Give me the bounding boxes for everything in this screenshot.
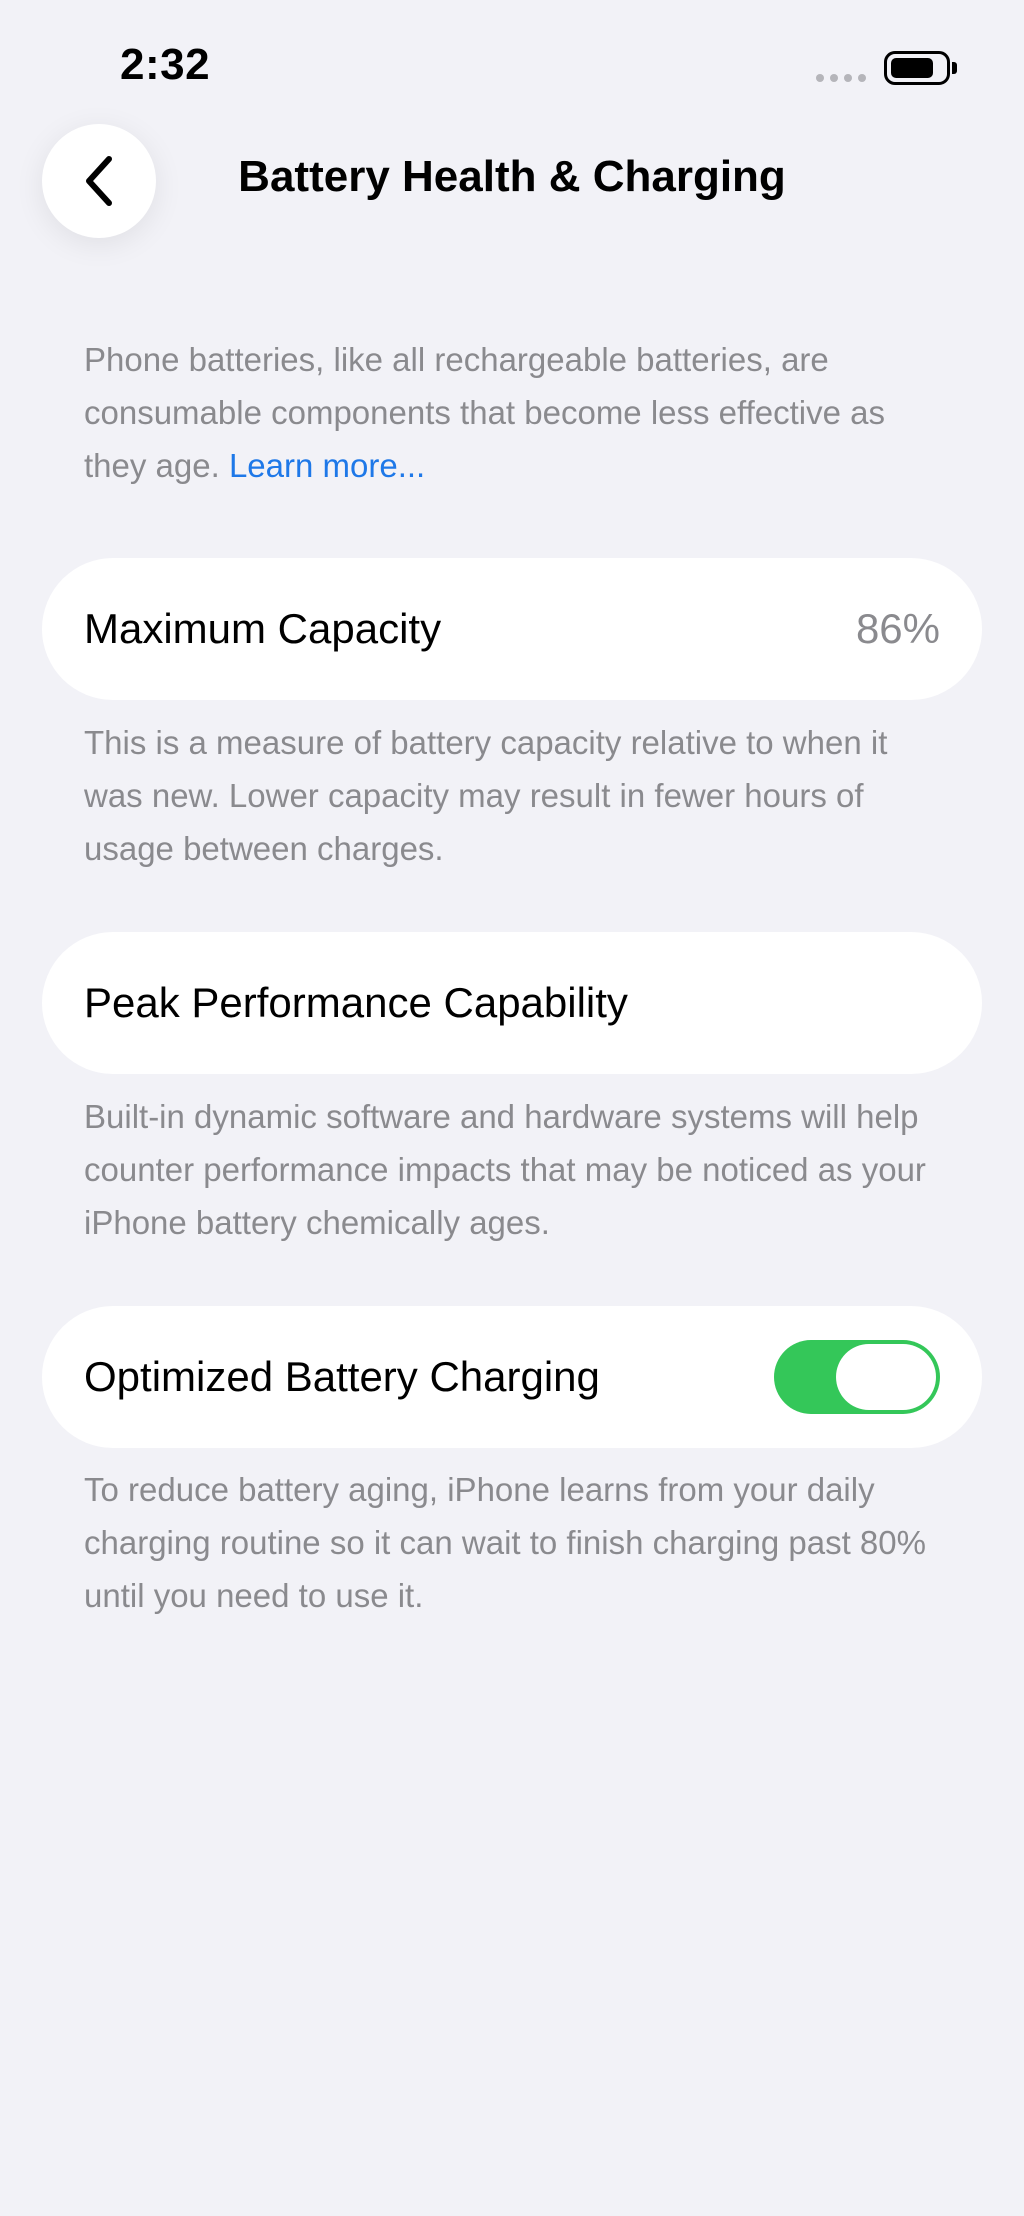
optimized-charging-row: Optimized Battery Charging (42, 1306, 982, 1448)
maximum-capacity-description: This is a measure of battery capacity re… (84, 724, 888, 867)
optimized-charging-toggle[interactable] (774, 1340, 940, 1414)
learn-more-link[interactable]: Learn more... (229, 447, 425, 484)
intro-text: Phone batteries, like all rechargeable b… (84, 333, 944, 492)
page-title: Battery Health & Charging (238, 152, 786, 201)
maximum-capacity-label: Maximum Capacity (84, 605, 442, 652)
status-time: 2:32 (120, 40, 211, 89)
peak-performance-row[interactable]: Peak Performance Capability (42, 932, 982, 1074)
battery-cap (952, 62, 957, 74)
optimized-charging-description: To reduce battery aging, iPhone learns f… (84, 1471, 926, 1614)
battery-icon (884, 51, 950, 85)
battery-level-fill (891, 58, 933, 78)
battery-health-screen: 2:32 Battery Health & Charging Phone bat… (0, 0, 1024, 2216)
peak-performance-label: Peak Performance Capability (84, 979, 628, 1026)
peak-performance-description: Built-in dynamic software and hardware s… (84, 1098, 926, 1241)
intro-description: Phone batteries, like all rechargeable b… (84, 341, 886, 484)
signal-icon (816, 74, 866, 82)
maximum-capacity-value: 86% (855, 605, 940, 652)
toggle-knob (836, 1344, 936, 1410)
maximum-capacity-row: Maximum Capacity 86% (42, 558, 982, 700)
optimized-charging-label: Optimized Battery Charging (84, 1353, 600, 1400)
